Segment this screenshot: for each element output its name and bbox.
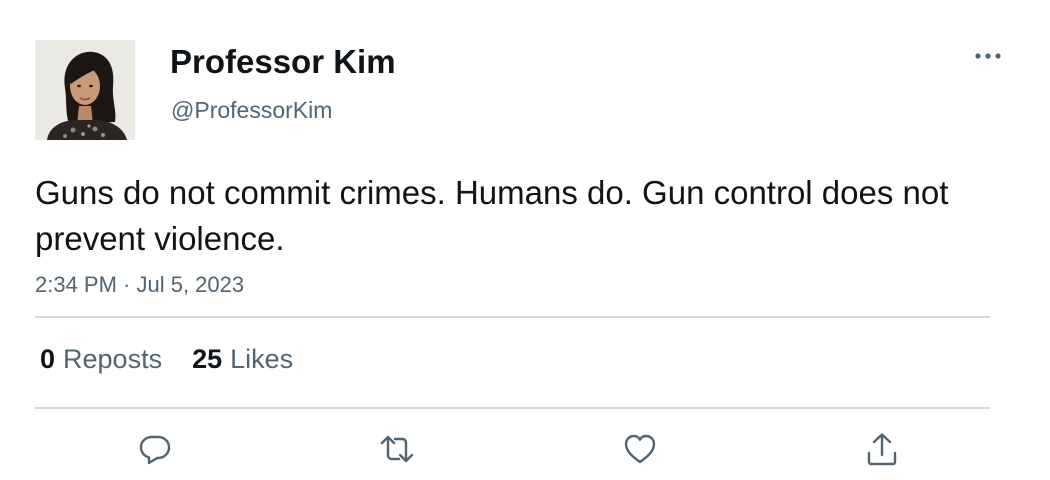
more-horizontal-icon [975,53,1001,59]
share-button[interactable] [862,429,902,469]
tweet-timestamp[interactable]: 2:34 PM · Jul 5, 2023 [35,270,244,300]
author-display-name[interactable]: Professor Kim [170,42,396,82]
divider [35,316,990,318]
repost-button[interactable] [377,429,417,469]
repost-arrows-icon [380,435,414,463]
avatar-photo [35,40,135,140]
reposts-label: Reposts [63,344,163,374]
share-upload-icon [867,433,897,466]
author-handle[interactable]: @ProfessorKim [171,95,332,125]
divider [35,407,990,409]
heart-icon [624,434,656,464]
like-button[interactable] [620,429,660,469]
more-options-button[interactable] [968,40,1008,72]
avatar[interactable] [35,40,135,140]
likes-label: Likes [230,344,294,374]
tweet-text: Guns do not commit crimes. Humans do. Gu… [35,174,949,257]
likes-stat[interactable]: 25 Likes [192,342,293,376]
engagement-stats: 0 Reposts 25 Likes [40,342,293,376]
reposts-count: 0 [40,344,56,374]
tweet-card: Professor Kim @ProfessorKim Guns do not … [0,0,1050,480]
reply-bubble-icon [139,435,171,465]
reply-button[interactable] [135,429,175,469]
reposts-stat[interactable]: 0 Reposts [40,342,162,376]
likes-count: 25 [192,344,223,374]
